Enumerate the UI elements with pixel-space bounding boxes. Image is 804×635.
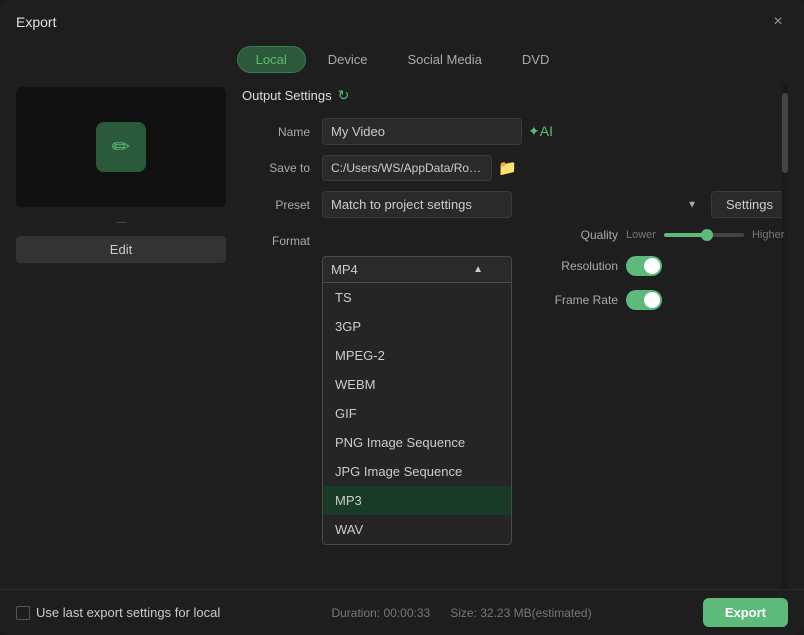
preset-row: Preset Match to project settings ▼ Setti… <box>242 191 788 218</box>
name-label: Name <box>242 125 322 139</box>
scrollbar-thumb[interactable] <box>782 93 788 173</box>
tab-device[interactable]: Device <box>310 46 386 73</box>
preset-control: Match to project settings ▼ Settings <box>322 191 788 218</box>
window-title: Export <box>16 14 56 30</box>
preview-panel: ✏ — Edit <box>16 83 226 589</box>
format-option-mpeg2[interactable]: MPEG-2 <box>323 341 511 370</box>
frame-rate-toggle-knob <box>644 292 660 308</box>
format-option-png-seq[interactable]: PNG Image Sequence <box>323 428 511 457</box>
format-value: MP4 <box>331 262 358 277</box>
right-labels: Quality Lower Higher Resolution <box>538 228 766 310</box>
save-to-input[interactable] <box>322 155 492 181</box>
quality-lower-label: Lower <box>626 229 656 241</box>
format-row: Format MP4 ▲ TS 3GP MPEG-2 WEBM GIF <box>242 228 788 310</box>
preset-select[interactable]: Match to project settings <box>322 191 512 218</box>
edit-button[interactable]: Edit <box>16 236 226 263</box>
frame-rate-toggle[interactable] <box>626 290 662 310</box>
format-option-3gp[interactable]: 3GP <box>323 312 511 341</box>
checkbox-row: Use last export settings for local <box>16 605 220 620</box>
scrollbar-track <box>782 83 788 589</box>
preset-arrow-icon: ▼ <box>687 199 697 210</box>
tab-social-media[interactable]: Social Media <box>389 46 499 73</box>
format-dropdown-wrapper: MP4 ▲ TS 3GP MPEG-2 WEBM GIF PNG Image S… <box>322 256 512 283</box>
preset-label: Preset <box>242 198 322 212</box>
format-arrow-icon: ▲ <box>473 264 483 275</box>
format-control: MP4 ▲ TS 3GP MPEG-2 WEBM GIF PNG Image S… <box>322 228 788 310</box>
name-input[interactable] <box>322 118 522 145</box>
settings-button[interactable]: Settings <box>711 191 788 218</box>
format-select-box[interactable]: MP4 ▲ <box>322 256 512 283</box>
name-control: ✦AI <box>322 118 788 145</box>
preview-box: ✏ <box>16 87 226 207</box>
quality-higher-label: Higher <box>752 229 784 241</box>
ai-icon[interactable]: ✦AI <box>528 123 553 140</box>
save-to-label: Save to <box>242 161 322 175</box>
format-option-ts[interactable]: TS <box>323 283 511 312</box>
format-option-wav[interactable]: WAV <box>323 515 511 544</box>
close-button[interactable]: × <box>768 12 788 32</box>
tab-bar: Local Device Social Media DVD <box>0 40 804 83</box>
resolution-toggle-knob <box>644 258 660 274</box>
save-to-row: Save to 📁 <box>242 155 788 181</box>
format-dropdown-list: TS 3GP MPEG-2 WEBM GIF PNG Image Sequenc… <box>322 283 512 545</box>
resolution-toggle[interactable] <box>626 256 662 276</box>
resolution-label: Resolution <box>538 259 618 273</box>
preview-icon: ✏ <box>96 122 146 172</box>
format-option-webm[interactable]: WEBM <box>323 370 511 399</box>
export-button[interactable]: Export <box>703 598 788 627</box>
export-window: Export × Local Device Social Media DVD ✏… <box>0 0 804 635</box>
refresh-icon[interactable]: ↻ <box>338 87 350 104</box>
settings-panel: Output Settings ↻ Name ✦AI Save to 📁 <box>242 83 788 589</box>
format-label: Format <box>242 228 322 248</box>
folder-icon[interactable]: 📁 <box>498 159 517 177</box>
title-bar: Export × <box>0 0 804 40</box>
format-option-mp3[interactable]: MP3 <box>323 486 511 515</box>
preview-label: — <box>16 217 226 228</box>
save-to-control: 📁 <box>322 155 788 181</box>
bottom-bar: Use last export settings for local Durat… <box>0 589 804 635</box>
bottom-info: Duration: 00:00:33 Size: 32.23 MB(estima… <box>331 606 591 620</box>
name-row: Name ✦AI <box>242 118 788 145</box>
duration-text: Duration: 00:00:33 <box>331 606 430 620</box>
preset-select-wrapper: Match to project settings ▼ <box>322 191 705 218</box>
output-settings-label: Output Settings <box>242 88 332 103</box>
output-settings-header: Output Settings ↻ <box>242 87 788 104</box>
last-export-label: Use last export settings for local <box>36 605 220 620</box>
tab-dvd[interactable]: DVD <box>504 46 567 73</box>
format-option-gif[interactable]: GIF <box>323 399 511 428</box>
quality-label: Quality <box>538 228 618 242</box>
tab-local[interactable]: Local <box>237 46 306 73</box>
quality-slider[interactable] <box>664 233 744 237</box>
format-option-jpg-seq[interactable]: JPG Image Sequence <box>323 457 511 486</box>
frame-rate-label: Frame Rate <box>538 293 618 307</box>
size-text: Size: 32.23 MB(estimated) <box>450 606 591 620</box>
content-area: ✏ — Edit Output Settings ↻ Name ✦AI <box>0 83 804 589</box>
last-export-checkbox[interactable] <box>16 606 30 620</box>
